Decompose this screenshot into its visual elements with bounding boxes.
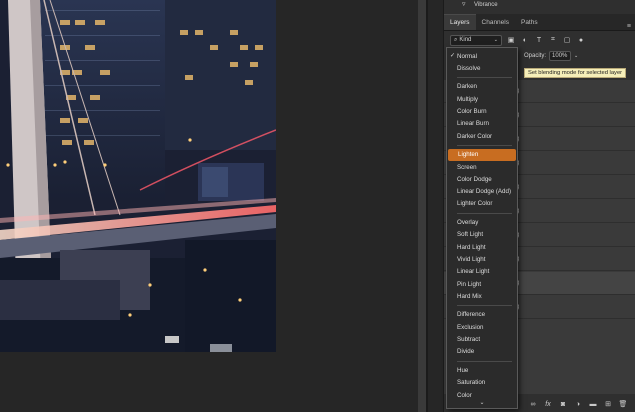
blend-mode-label: Hard Light [457,243,486,251]
blend-mode-dissolve[interactable]: Dissolve [447,62,517,74]
blend-mode-label: Soft Light [457,231,484,239]
blend-mode-darken[interactable]: Darken [447,81,517,93]
blend-mode-label: Color Dodge [457,175,492,183]
adjustment-icon[interactable]: ◑ [572,398,584,410]
canvas-area[interactable] [0,0,418,412]
blend-mode-vivid-light[interactable]: Vivid Light [447,253,517,265]
menu-separator [457,360,512,362]
smart-object-filter-icon[interactable]: ▢ [562,35,572,45]
filter-kind-select[interactable]: ⌕ Kind ⌄ [450,34,502,46]
adjustment-filter-icon[interactable]: ◐ [520,35,530,45]
blend-mode-label: Subtract [457,336,481,343]
blend-mode-overlay[interactable]: Overlay [447,217,517,229]
blend-mode-hue[interactable]: Hue [447,364,517,376]
tab-layers[interactable]: Layers [444,14,476,30]
filter-kind-label: Kind [459,37,472,43]
trash-icon[interactable]: 🗑 [617,398,629,410]
blend-mode-label: Color Burn [457,108,487,115]
tab-paths[interactable]: Paths [515,14,544,30]
blend-mode-label: Divide [457,348,475,356]
blend-mode-saturation[interactable]: Saturation [447,377,517,389]
blend-mode-divide[interactable]: Divide [447,346,517,358]
blend-mode-label: Hue [457,366,469,374]
menu-separator [457,77,512,79]
new-layer-icon[interactable]: ⊞ [602,398,614,410]
canvas-scroll-divider[interactable] [418,0,426,412]
blend-mode-label: Darker Color [457,132,493,140]
blend-mode-label: Dissolve [457,64,481,72]
search-icon: ⌕ [454,36,458,43]
blend-mode-label: Linear Dodge (Add) [457,188,512,196]
blend-mode-label: Lighter Color [457,200,493,208]
blend-mode-tooltip: Set blending mode for selected layer [524,68,627,78]
blend-mode-color-dodge[interactable]: Color Dodge [447,173,517,185]
blend-mode-menu[interactable]: ⌄ ✓ Normal Dissolve Darken Multiply Color Bur… [446,47,518,409]
menu-separator [457,212,512,214]
blend-mode-label: Lighten [458,151,479,159]
blend-mode-label: Exclusion [457,323,484,331]
blend-mode-subtract[interactable]: Subtract [447,334,517,346]
opacity-input[interactable]: 100% [549,51,572,61]
blend-mode-label: Pin Light [457,280,482,288]
chevron-down-icon: ⌄ [493,37,498,43]
link-icon[interactable]: ∞ [527,398,539,410]
blend-mode-label: Multiply [457,95,478,103]
opacity-control: Opacity: 100% ⌄ [524,51,578,61]
panel-dock-strip [428,0,444,412]
blend-mode-color[interactable]: Color [447,389,517,401]
menu-separator [457,144,512,146]
vibrance-adjustment-row[interactable]: ▿ Vibrance [444,0,635,9]
blend-mode-label: Linear Light [457,268,490,276]
blend-mode-darker-color[interactable]: Darker Color [447,130,517,142]
fx-icon[interactable]: fx [542,398,554,410]
shape-filter-icon[interactable]: ⌗ [548,35,558,45]
blend-mode-linear-light[interactable]: Linear Light [447,266,517,278]
blend-mode-label: Hard Mix [457,292,482,300]
blend-mode-label: Darken [457,83,477,91]
image-filter-icon[interactable]: ▣ [506,35,516,45]
blend-mode-label: Color [457,391,472,399]
folder-icon[interactable]: ▬ [587,398,599,410]
photo-illustration [0,0,276,352]
vibrance-icon: ▿ [462,1,466,8]
blend-mode-hard-light[interactable]: Hard Light [447,241,517,253]
blend-mode-hard-mix[interactable]: Hard Mix [447,290,517,302]
blend-mode-exclusion[interactable]: Exclusion [447,321,517,333]
mask-icon[interactable]: ◙ [557,398,569,410]
blend-mode-label: Difference [457,311,486,319]
blend-mode-multiply[interactable]: Multiply [447,93,517,105]
check-icon: ✓ [450,53,456,59]
blend-mode-label: Overlay [457,219,479,226]
blend-mode-label: Saturation [457,379,486,387]
blend-mode-soft-light[interactable]: Soft Light [447,229,517,241]
tab-channels[interactable]: Channels [476,14,515,30]
blend-mode-screen[interactable]: Screen [447,161,517,173]
blend-mode-linear-dodge-add[interactable]: Linear Dodge (Add) [447,186,517,198]
blend-mode-label: Linear Burn [457,120,489,128]
document-photo[interactable] [0,0,276,352]
blend-mode-normal[interactable]: ✓ Normal [447,50,517,62]
blend-mode-color-burn[interactable]: Color Burn [447,106,517,118]
blend-mode-difference[interactable]: Difference [447,309,517,321]
blend-mode-lighter-color[interactable]: Lighter Color [447,198,517,210]
menu-separator [457,305,512,307]
panel-menu-icon[interactable]: ≡ [627,23,631,30]
layer-filter-row: ⌕ Kind ⌄ ▣ ◐ T ⌗ ▢ ● [450,34,630,46]
blend-mode-label: Normal [457,52,477,60]
chevron-down-icon[interactable]: ⌄ [574,53,578,59]
blend-mode-label: Vivid Light [457,255,486,263]
type-filter-icon[interactable]: T [534,35,544,45]
panel-tabs: Layers Channels Paths ≡ [444,14,635,31]
vibrance-label: Vibrance [474,1,498,8]
opacity-label: Opacity: [524,53,547,59]
blend-mode-pin-light[interactable]: Pin Light [447,278,517,290]
blend-mode-lighten[interactable]: Lighten [448,148,516,161]
toggle-filter-icon[interactable]: ● [576,35,586,45]
blend-mode-label: Screen [457,163,477,171]
blend-mode-linear-burn[interactable]: Linear Burn [447,118,517,130]
